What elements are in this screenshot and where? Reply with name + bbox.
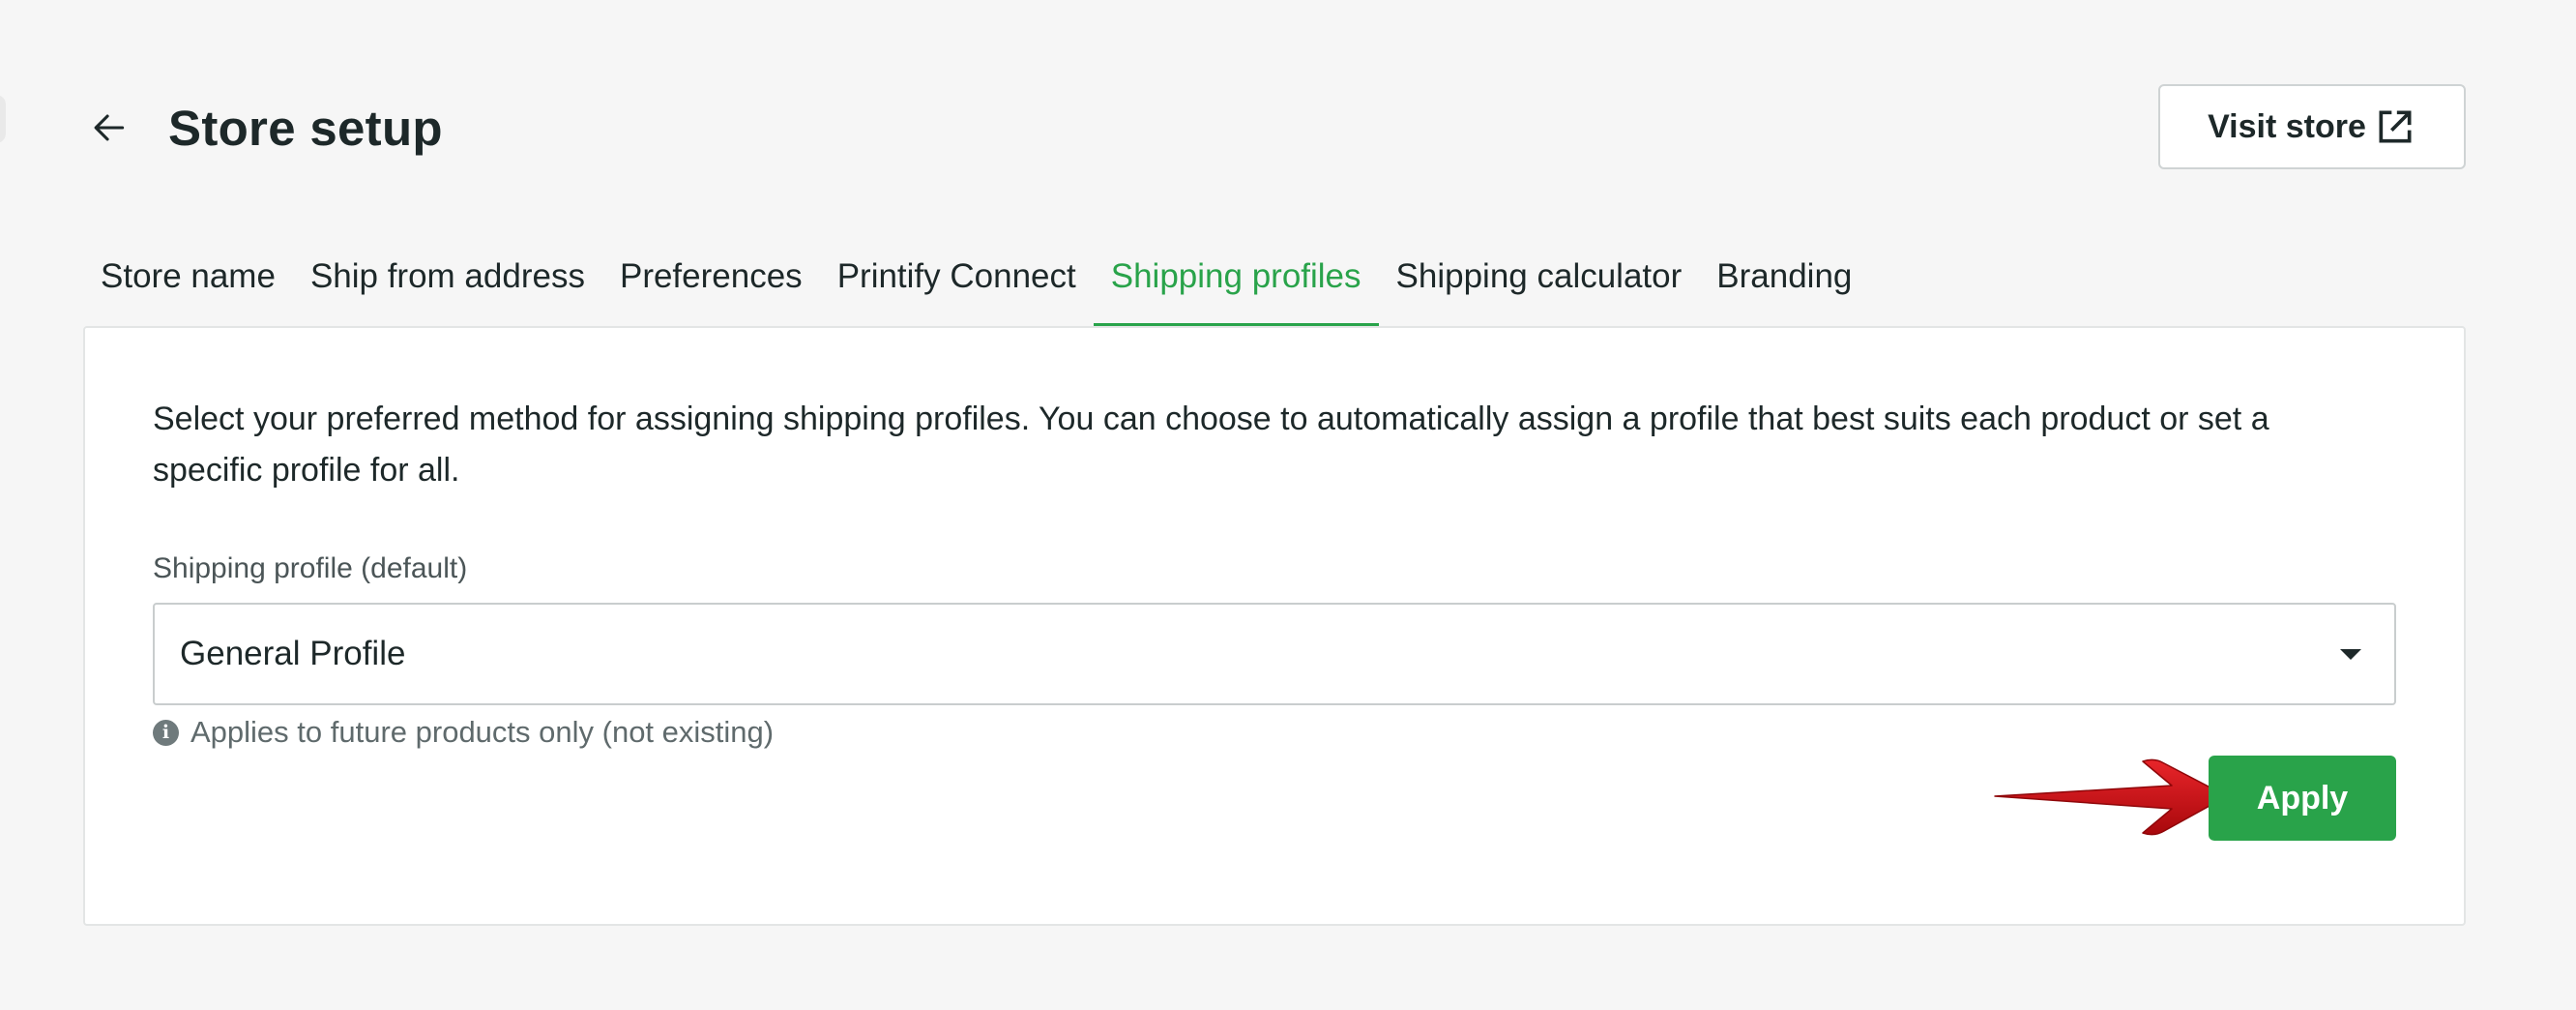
visit-store-button[interactable]: Visit store (2158, 84, 2466, 169)
page-title: Store setup (168, 100, 443, 156)
shipping-profile-value: General Profile (180, 635, 406, 672)
tab-preferences[interactable]: Preferences (602, 246, 820, 327)
shipping-profiles-panel: Select your preferred method for assigni… (83, 326, 2466, 926)
tab-store-name[interactable]: Store name (83, 246, 293, 327)
tab-printify-connect[interactable]: Printify Connect (820, 246, 1094, 327)
external-link-icon (2379, 110, 2412, 143)
panel-description: Select your preferred method for assigni… (153, 401, 2269, 489)
page-header: Store setup (85, 93, 443, 163)
applies-hint: i Applies to future products only (not e… (153, 715, 774, 750)
visit-store-label: Visit store (2208, 107, 2366, 145)
tab-ship-from-address[interactable]: Ship from address (293, 246, 602, 327)
arrow-left-icon (94, 114, 125, 141)
shipping-profile-label: Shipping profile (default) (153, 552, 468, 584)
left-edge-handle (0, 95, 6, 143)
caret-down-icon (2340, 648, 2361, 660)
tab-shipping-profiles[interactable]: Shipping profiles (1093, 246, 1379, 327)
shipping-profile-select[interactable]: General Profile (153, 603, 2396, 705)
tab-bar: Store name Ship from address Preferences… (83, 246, 1869, 327)
tab-branding[interactable]: Branding (1699, 246, 1869, 327)
apply-button[interactable]: Apply (2209, 756, 2396, 841)
info-icon: i (153, 719, 179, 746)
tab-shipping-calculator[interactable]: Shipping calculator (1379, 246, 1700, 327)
back-button[interactable] (85, 104, 132, 151)
hint-text: Applies to future products only (not exi… (190, 715, 775, 749)
